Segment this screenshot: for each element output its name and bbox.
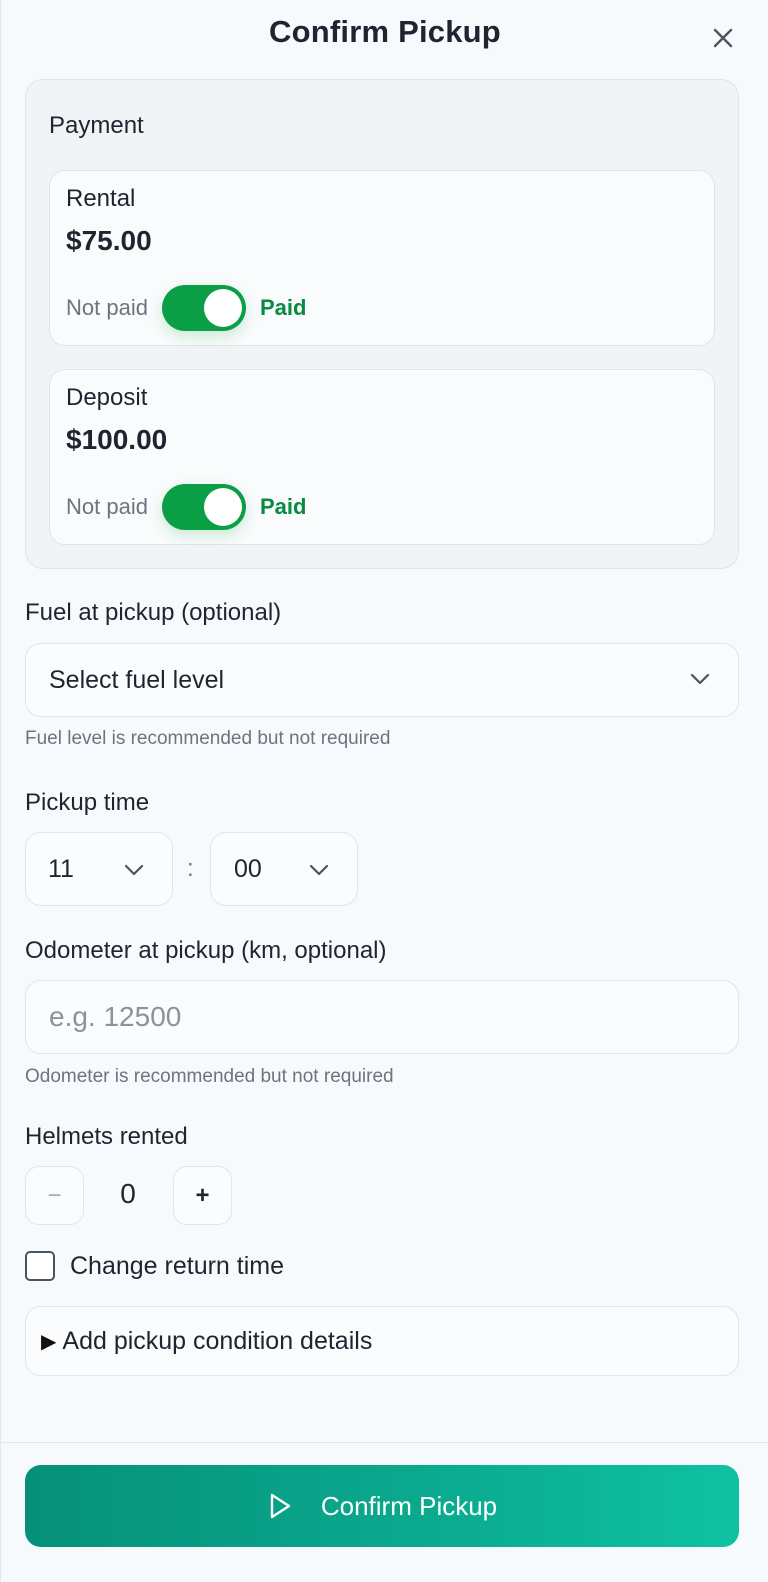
chevron-down-icon [690, 673, 710, 685]
time-separator: : [187, 855, 194, 882]
helmets-label: Helmets rented [25, 1123, 188, 1150]
helmets-decrement-button[interactable]: − [25, 1166, 84, 1225]
toggle-knob [203, 488, 242, 526]
toggle-knob [203, 289, 242, 327]
pickup-condition-details-label: Add pickup condition details [62, 1326, 373, 1355]
odometer-field[interactable] [25, 980, 739, 1054]
payment-title: Payment [49, 112, 144, 139]
rental-payment-card: Rental $75.00 Not paid Paid [49, 170, 715, 346]
deposit-paid-toggle-row: Not paid Paid [66, 484, 306, 530]
close-icon [713, 28, 733, 48]
fuel-hint: Fuel level is recommended but not requir… [25, 728, 391, 749]
helmets-increment-button[interactable]: + [173, 1166, 232, 1225]
change-return-time-option[interactable]: Change return time [25, 1249, 284, 1283]
rental-amount: $75.00 [66, 225, 152, 256]
chevron-down-icon [309, 864, 329, 876]
confirm-pickup-button[interactable]: Confirm Pickup [25, 1465, 739, 1547]
odometer-hint: Odometer is recommended but not required [25, 1066, 394, 1087]
pickup-hour-value: 11 [48, 854, 74, 883]
deposit-label: Deposit [66, 384, 148, 411]
change-return-time-checkbox[interactable] [25, 1251, 55, 1281]
pickup-time-label: Pickup time [25, 789, 150, 816]
dialog-title: Confirm Pickup [269, 14, 501, 49]
rental-label: Rental [66, 185, 136, 212]
play-icon [270, 1493, 291, 1519]
rental-paid-toggle-row: Not paid Paid [66, 285, 306, 331]
rental-paid-label: Paid [259, 295, 307, 320]
deposit-amount: $100.00 [66, 424, 168, 455]
disclosure-triangle-icon: ▶ [41, 1330, 57, 1353]
deposit-paid-toggle[interactable] [161, 484, 246, 530]
change-return-time-label: Change return time [70, 1251, 285, 1280]
fuel-level-select[interactable]: Select fuel level [25, 643, 739, 717]
rental-not-paid-label: Not paid [66, 295, 148, 320]
pickup-condition-details-toggle[interactable]: ▶ Add pickup condition details [25, 1306, 739, 1376]
footer-divider [1, 1442, 768, 1443]
pickup-minute-select[interactable]: 00 [210, 832, 358, 906]
rental-paid-toggle[interactable] [161, 285, 246, 331]
deposit-paid-label: Paid [259, 494, 307, 519]
deposit-not-paid-label: Not paid [66, 494, 148, 519]
odometer-input[interactable] [26, 981, 738, 1053]
fuel-level-value: Select fuel level [49, 665, 225, 694]
odometer-label: Odometer at pickup (km, optional) [25, 937, 387, 964]
deposit-payment-card: Deposit $100.00 Not paid Paid [49, 369, 715, 545]
helmets-count: 0 [120, 1178, 136, 1209]
pickup-hour-select[interactable]: 11 [25, 832, 173, 906]
pickup-minute-value: 00 [234, 854, 262, 883]
fuel-label: Fuel at pickup (optional) [25, 599, 282, 626]
chevron-down-icon [124, 864, 144, 876]
close-button[interactable] [707, 22, 739, 54]
payment-section: Payment Rental $75.00 Not paid Paid Depo… [25, 79, 739, 569]
dialog-header: Confirm Pickup [1, 0, 768, 70]
confirm-pickup-dialog: Confirm Pickup Payment Rental $75.00 Not… [0, 0, 768, 1582]
confirm-pickup-label: Confirm Pickup [320, 1490, 498, 1521]
